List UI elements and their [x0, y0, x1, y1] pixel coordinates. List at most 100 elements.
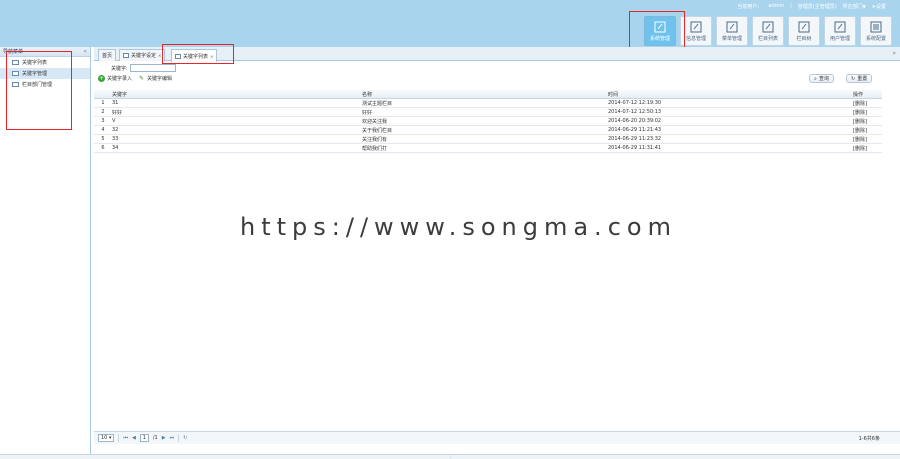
cell-time: 2014-06-29 11:21:43 — [608, 127, 662, 133]
list-icon — [870, 21, 882, 32]
edit-icon — [690, 21, 702, 32]
top-header: 当前用户： admin | 管理员(主管理员) 所在部门▼ ➤设置 系统管理 信… — [0, 0, 900, 47]
delete-link[interactable]: [删除] — [853, 109, 882, 116]
module-label: 用户管理 — [829, 35, 850, 42]
chevron-down-icon: ▼ — [862, 3, 866, 9]
column-header[interactable]: 名称 — [362, 91, 608, 98]
pagination-bar: 10 ▾ ⏮ ◀ 1 /1 ▶ ⏭ ↻ 1-6共6条 — [94, 431, 900, 444]
cell-time: 2014-07-12 12:50:13 — [608, 109, 662, 115]
resize-grip-icon[interactable]: ⋮ — [448, 454, 452, 459]
divider — [118, 434, 120, 442]
table-row[interactable]: 2 好好 好好 2014-07-12 12:50:13 [删除] — [94, 108, 882, 117]
user-bar: 当前用户： admin | 管理员(主管理员) 所在部门▼ ➤设置 — [737, 2, 886, 10]
close-icon[interactable]: ✕ — [158, 53, 161, 58]
row-number: 5 — [101, 136, 105, 142]
cell-name: 好好 — [362, 109, 373, 116]
query-label: 查询 — [818, 76, 829, 82]
table-row[interactable]: 4 32 关于我们栏目 2014-06-29 11:21:43 [删除] — [94, 126, 882, 135]
double-chevron-right-icon[interactable]: » — [892, 50, 896, 57]
cell-keyword: V — [112, 118, 116, 124]
module-label: 信息管理 — [685, 35, 706, 42]
cell-keyword: 32 — [112, 127, 119, 133]
reset-label: 重置 — [857, 76, 868, 82]
edit-icon — [834, 21, 846, 32]
module-label: 系统配置 — [865, 35, 886, 42]
edit-icon — [762, 21, 774, 32]
keyword-table: 关键字 名称 时间 操作 1 31 测试主题栏目 2014-07-12 12:1… — [94, 90, 882, 153]
user-greeting: 当前用户： — [737, 3, 763, 10]
highlight-box — [629, 11, 685, 50]
module-button-users[interactable]: 用户管理 — [824, 16, 856, 46]
delete-link[interactable]: [删除] — [853, 118, 882, 125]
table-row[interactable]: 1 31 测试主题栏目 2014-07-12 12:19:30 [删除] — [94, 99, 882, 108]
row-number: 3 — [101, 118, 105, 124]
user-separator: | — [790, 3, 792, 9]
last-page-icon[interactable]: ⏭ — [170, 435, 175, 441]
footer-bar: ⋮ — [0, 454, 900, 459]
search-label: 关键字: — [111, 65, 128, 72]
action-bar: + 关键字录入 ✎ 关键字编辑 — [98, 75, 172, 82]
reset-button[interactable]: ↻ 重置 — [846, 74, 873, 83]
query-button[interactable]: ⌕ 查询 — [809, 74, 834, 83]
table-row[interactable]: 6 34 帮助我们打 2014-06-29 11:31:41 [删除] — [94, 144, 882, 153]
cell-name: 关于我们栏目 — [362, 127, 393, 134]
table-header: 关键字 名称 时间 操作 — [94, 90, 882, 99]
tab-label: 关键字设定 — [131, 53, 157, 59]
username[interactable]: admin — [768, 3, 784, 9]
table-row[interactable]: 3 V 欢迎关注我 2014-06-20 20:39:02 [删除] — [94, 117, 882, 126]
dept-menu[interactable]: 所在部门▼ — [843, 3, 866, 10]
row-number: 2 — [101, 109, 105, 115]
cell-time: 2014-06-29 11:23:32 — [608, 136, 662, 142]
module-label: 栏目树 — [796, 35, 812, 42]
tab-keyword-setting[interactable]: 关键字设定 ✕ — [119, 49, 166, 61]
delete-link[interactable]: [删除] — [853, 145, 882, 152]
edit-icon — [798, 21, 810, 32]
cell-keyword: 31 — [112, 100, 119, 106]
module-label: 菜单管理 — [721, 35, 742, 42]
cell-name: 关注我们有 — [362, 136, 388, 143]
chevron-down-icon: ▾ — [108, 435, 112, 441]
table-row[interactable]: 5 33 关注我们有 2014-06-29 11:23:32 [删除] — [94, 135, 882, 144]
row-number: 4 — [101, 127, 105, 133]
prev-page-icon[interactable]: ◀ — [132, 435, 136, 441]
cell-name: 帮助我们打 — [362, 145, 388, 152]
delete-link[interactable]: [删除] — [853, 136, 882, 143]
module-button-config[interactable]: 系统配置 — [860, 16, 892, 46]
cell-time: 2014-07-12 12:19:30 — [608, 100, 662, 106]
search-row: 关键字: — [111, 64, 176, 72]
module-button-column-list[interactable]: 栏目列表 — [752, 16, 784, 46]
cell-keyword: 好好 — [112, 109, 123, 116]
divider — [178, 434, 180, 442]
settings-menu[interactable]: ➤设置 — [872, 3, 886, 10]
cell-keyword: 34 — [112, 145, 119, 151]
row-number: 6 — [101, 145, 105, 151]
page-icon — [123, 53, 129, 58]
edit-keyword-button[interactable]: ✎ 关键字编辑 — [138, 75, 172, 82]
tab-home[interactable]: 首页 — [98, 49, 117, 61]
add-keyword-label: 关键字录入 — [107, 76, 133, 82]
delete-link[interactable]: [删除] — [853, 100, 882, 107]
keyword-input[interactable] — [129, 64, 176, 72]
edit-icon — [726, 21, 738, 32]
page-total: /1 — [152, 435, 158, 441]
plus-icon: + — [98, 75, 105, 82]
module-button-menu[interactable]: 菜单管理 — [716, 16, 748, 46]
cell-name: 欢迎关注我 — [362, 118, 388, 125]
next-page-icon[interactable]: ▶ — [162, 435, 166, 441]
module-button-column-tree[interactable]: 栏目树 — [788, 16, 820, 46]
double-chevron-left-icon[interactable]: « — [83, 48, 87, 55]
column-header[interactable]: 关键字 — [112, 91, 362, 98]
page-input[interactable]: 1 — [139, 434, 149, 442]
add-keyword-button[interactable]: + 关键字录入 — [98, 75, 132, 82]
page-size-select[interactable]: 10 ▾ — [98, 434, 115, 442]
delete-link[interactable]: [删除] — [853, 127, 882, 134]
module-label: 栏目列表 — [757, 35, 778, 42]
search-icon: ⌕ — [814, 75, 817, 82]
first-page-icon[interactable]: ⏮ — [123, 435, 128, 441]
highlight-box — [162, 44, 234, 64]
column-header[interactable]: 时间 — [608, 91, 853, 98]
refresh-icon[interactable]: ↻ — [183, 435, 187, 441]
edit-keyword-label: 关键字编辑 — [147, 76, 173, 82]
pencil-icon: ✎ — [139, 75, 145, 82]
highlight-box — [6, 51, 72, 130]
